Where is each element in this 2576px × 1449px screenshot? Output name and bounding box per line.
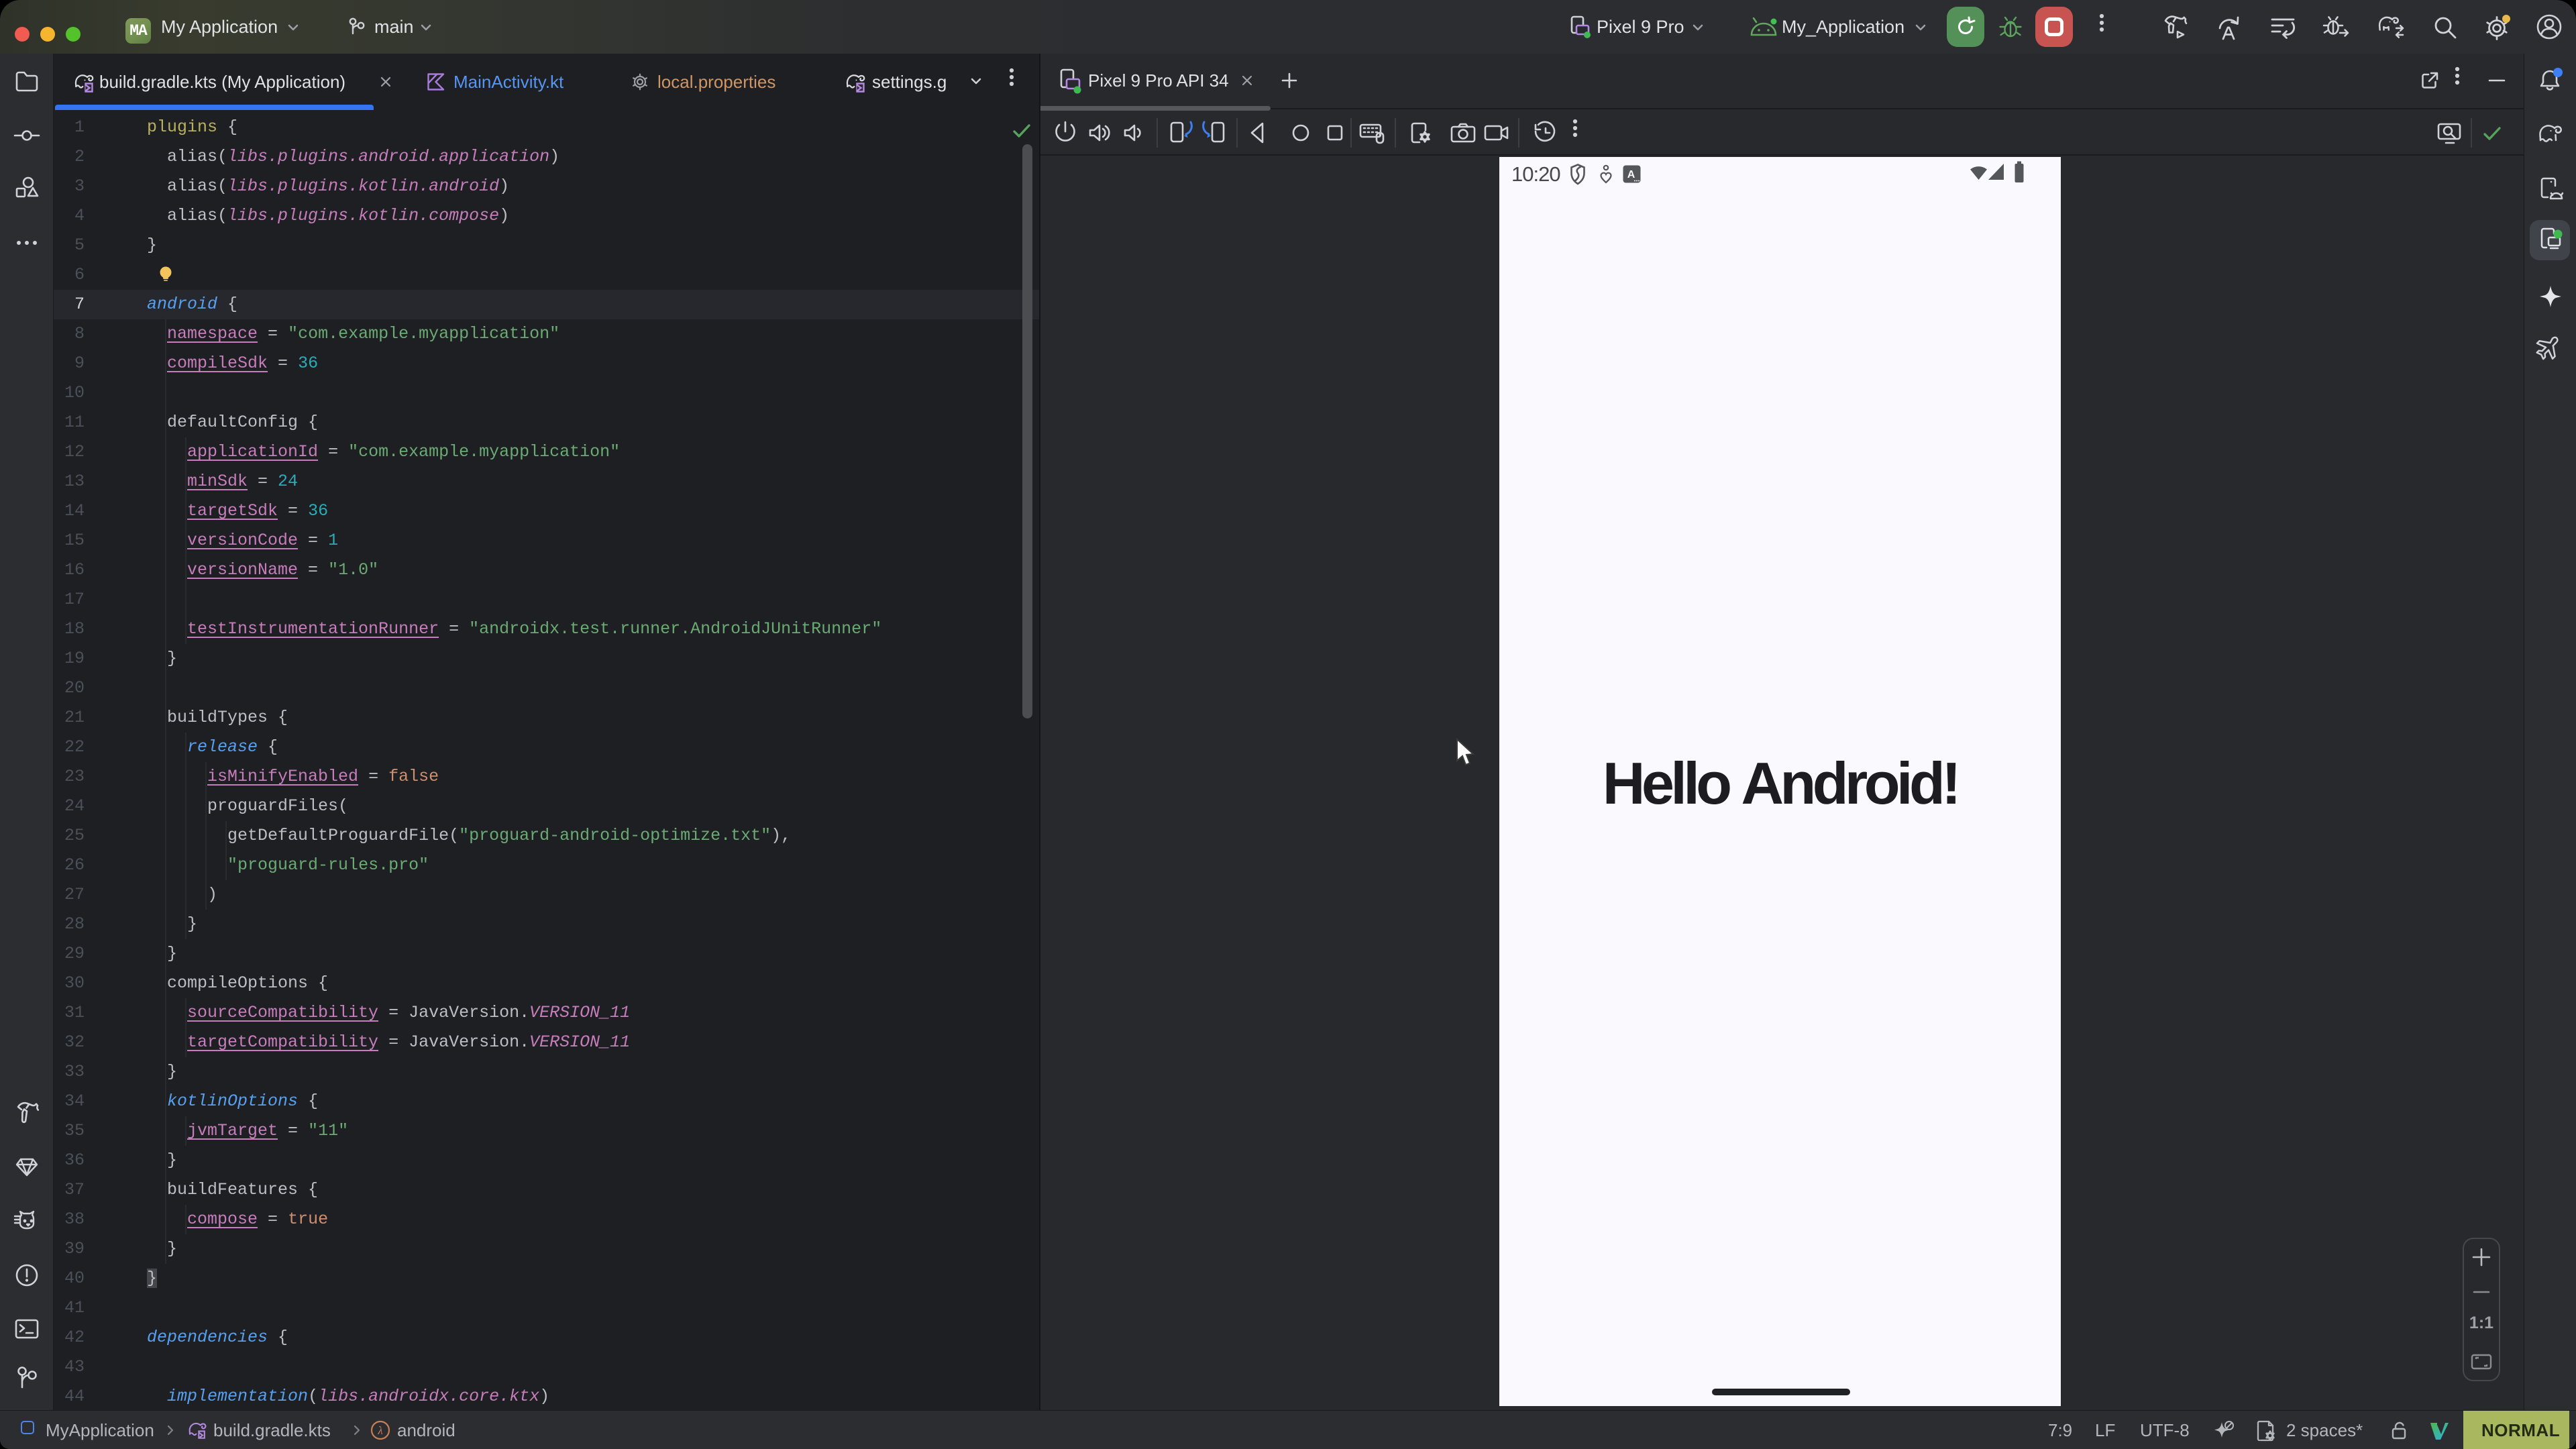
svg-text:A: A <box>1627 169 1635 180</box>
svg-text:λ: λ <box>377 1424 382 1437</box>
